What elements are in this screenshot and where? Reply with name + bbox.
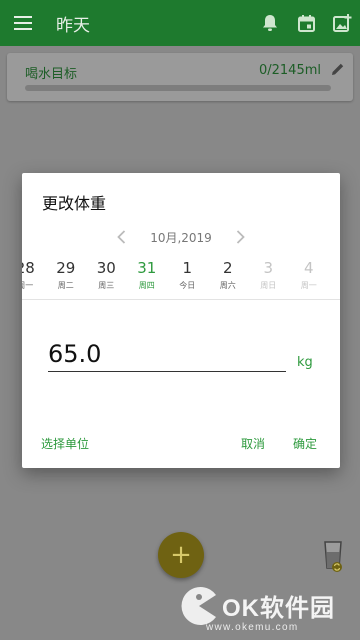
unit-label: kg [297, 355, 313, 370]
day-weekday: 周六 [219, 281, 236, 290]
divider [22, 299, 340, 300]
day-weekday: 周一 [22, 281, 34, 290]
app-bar: 昨天 [0, 0, 360, 46]
day-item[interactable]: 31 周四 [127, 259, 168, 293]
choose-unit-button[interactable]: 选择单位 [41, 435, 89, 452]
watermark-url: www.okemu.com [206, 622, 299, 633]
day-item[interactable]: 2 周六 [208, 259, 249, 293]
weight-field-wrapper [48, 338, 286, 372]
calendar-icon[interactable] [288, 0, 324, 46]
day-number: 30 [96, 259, 116, 277]
water-goal-value: 0/2145ml [258, 63, 321, 78]
add-fab-button[interactable]: + [158, 532, 204, 578]
day-weekday: 周二 [57, 281, 74, 290]
day-number: 31 [137, 259, 157, 277]
day-item[interactable]: 1 今日 [167, 259, 208, 293]
day-number: 4 [303, 259, 314, 277]
day-item[interactable]: 28 周一 [22, 259, 46, 293]
day-weekday: 周一 [300, 281, 317, 290]
day-item[interactable]: 30 周三 [86, 259, 127, 293]
watermark: OK软件园 www.okemu.com [176, 584, 360, 640]
image-add-icon[interactable] [324, 0, 360, 46]
day-item[interactable]: 29 周二 [46, 259, 87, 293]
confirm-button[interactable]: 确定 [293, 435, 317, 452]
day-item[interactable]: 3 周日 [248, 259, 289, 293]
weight-input[interactable] [48, 338, 286, 370]
cancel-button[interactable]: 取消 [241, 435, 265, 452]
watermark-brand: OK软件园 [222, 595, 335, 622]
menu-icon[interactable] [0, 0, 46, 46]
day-number: 2 [222, 259, 233, 277]
chevron-right-icon[interactable] [226, 226, 256, 248]
day-weekday: 周日 [260, 281, 277, 290]
day-weekday: 今日 [179, 281, 196, 290]
app-bar-title: 昨天 [56, 15, 90, 36]
month-selector: 10月,2019 [22, 226, 340, 248]
day-weekday: 周三 [98, 281, 115, 290]
water-goal-card[interactable]: 喝水目标 0/2145ml [7, 53, 353, 101]
day-number: 28 [22, 259, 35, 277]
chevron-left-icon[interactable] [106, 226, 136, 248]
day-item[interactable]: 4 周一 [289, 259, 330, 293]
day-strip: 28 周一 29 周二 30 周三 31 周四 1 今日 2 周六 3 周日 4 周一 [22, 259, 329, 293]
day-number: 1 [182, 259, 193, 277]
day-weekday: 周四 [138, 281, 155, 290]
pacman-logo-icon [181, 587, 216, 625]
water-cup-icon[interactable] [322, 538, 344, 578]
water-goal-label: 喝水目标 [25, 67, 78, 82]
month-label: 10月,2019 [150, 230, 212, 245]
change-weight-dialog: 更改体重 10月,2019 28 周一 29 周二 30 周三 31 周四 1 今日 2 周六 3 周日 4… [22, 173, 340, 468]
bell-icon[interactable] [252, 0, 288, 46]
dialog-title: 更改体重 [42, 194, 107, 213]
day-number: 29 [56, 259, 76, 277]
plus-icon: + [170, 540, 192, 570]
water-goal-progress-bar [25, 85, 331, 91]
pencil-icon[interactable] [331, 61, 345, 80]
day-number: 3 [263, 259, 274, 277]
